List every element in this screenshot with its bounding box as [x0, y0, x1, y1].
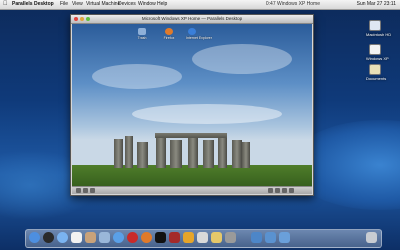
vm-window: Microsoft Windows XP Home — Parallels De…	[70, 14, 314, 196]
desktop-icon-macintosh-hd[interactable]: Macintosh HD	[366, 20, 391, 37]
toolbar-button[interactable]	[282, 188, 287, 193]
apple-icon[interactable]: 	[3, 0, 8, 9]
downloads-folder-icon[interactable]	[279, 232, 290, 243]
stone	[137, 142, 148, 168]
menu-view[interactable]: View	[72, 0, 83, 9]
app-menu[interactable]: Parallels Desktop	[12, 0, 54, 9]
menu-window[interactable]: Window	[138, 0, 156, 9]
close-button[interactable]	[74, 17, 78, 21]
status-text[interactable]: 0:47 Windows XP Home	[266, 0, 320, 9]
photo-icon[interactable]	[127, 232, 138, 243]
window-title: Microsoft Windows XP Home — Parallels De…	[141, 16, 243, 21]
firefox-icon	[165, 28, 173, 35]
toolbar-button[interactable]	[76, 188, 81, 193]
window-titlebar[interactable]: Microsoft Windows XP Home — Parallels De…	[71, 15, 313, 24]
cloud	[92, 64, 182, 89]
menu-virtual-machine[interactable]: Virtual Machine	[86, 0, 120, 9]
trash-icon[interactable]	[366, 232, 377, 243]
menu-devices[interactable]: Devices	[118, 0, 136, 9]
toolbar-button[interactable]	[275, 188, 280, 193]
terminal-icon[interactable]	[155, 232, 166, 243]
vm-toolbar	[72, 186, 312, 194]
stone	[125, 136, 133, 168]
trash-icon	[138, 28, 146, 35]
guest-icon-trash[interactable]: Trash	[136, 28, 148, 40]
menu-file[interactable]: File	[60, 0, 68, 9]
safari-icon[interactable]	[57, 232, 68, 243]
menu-bar:  Parallels Desktop File View Virtual Ma…	[0, 0, 400, 10]
mac-desktop:  Parallels Desktop File View Virtual Ma…	[0, 0, 400, 250]
desktop-icon-documents[interactable]: Documents	[366, 64, 386, 81]
finder-icon[interactable]	[29, 232, 40, 243]
stone	[203, 140, 214, 168]
guest-icon-firefox[interactable]: Firefox	[163, 28, 175, 40]
guest-icon-ie[interactable]: Internet Explorer	[186, 28, 212, 40]
dashboard-icon[interactable]	[43, 232, 54, 243]
minimize-button[interactable]	[80, 17, 84, 21]
cloud	[192, 44, 292, 74]
parallels-icon[interactable]	[169, 232, 180, 243]
stone	[170, 140, 182, 168]
hard-drive-icon	[369, 20, 381, 31]
cloud	[132, 104, 282, 124]
itunes-icon[interactable]	[113, 232, 124, 243]
toolbar-button[interactable]	[83, 188, 88, 193]
folder-icon	[369, 64, 381, 75]
mail-icon[interactable]	[99, 232, 110, 243]
vlc-icon[interactable]	[183, 232, 194, 243]
system-preferences-icon[interactable]	[225, 232, 236, 243]
address-book-icon[interactable]	[85, 232, 96, 243]
menu-help[interactable]: Help	[157, 0, 167, 9]
documents-folder-icon[interactable]	[265, 232, 276, 243]
stone	[188, 138, 198, 168]
toolbar-button[interactable]	[268, 188, 273, 193]
vm-file-icon	[369, 44, 381, 55]
ical-icon[interactable]	[71, 232, 82, 243]
stone	[232, 140, 242, 168]
zoom-button[interactable]	[86, 17, 90, 21]
menu-clock[interactable]: Sun Mar 27 23:11	[357, 0, 396, 9]
applications-folder-icon[interactable]	[251, 232, 262, 243]
desktop-icon-windows-xp[interactable]: Windows XP	[366, 44, 389, 61]
stone	[218, 138, 227, 168]
folder-icon[interactable]	[211, 232, 222, 243]
internet-explorer-icon	[188, 28, 196, 35]
toolbar-button[interactable]	[289, 188, 294, 193]
firefox-icon[interactable]	[141, 232, 152, 243]
stone	[114, 139, 123, 168]
guest-screen[interactable]: Trash Firefox Internet Explorer start	[72, 24, 312, 194]
stone	[156, 138, 166, 168]
toolbar-button[interactable]	[90, 188, 95, 193]
stone	[242, 142, 250, 168]
preview-icon[interactable]	[197, 232, 208, 243]
dock	[25, 229, 382, 248]
